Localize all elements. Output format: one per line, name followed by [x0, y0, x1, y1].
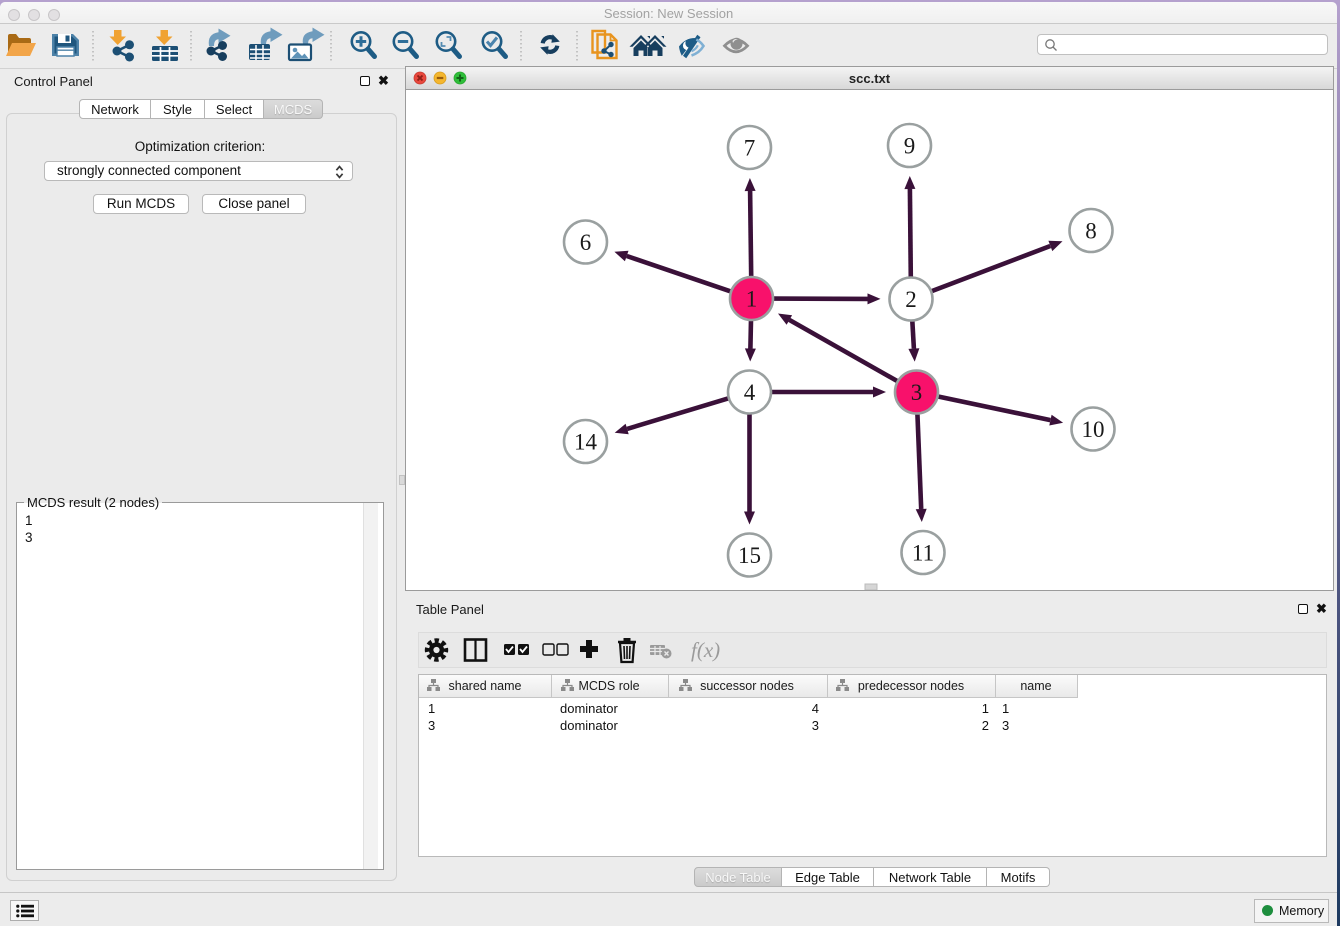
svg-text:f(x): f(x): [691, 638, 720, 662]
svg-text:15: 15: [738, 543, 761, 568]
svg-text:1: 1: [746, 287, 758, 312]
svg-text:7: 7: [744, 136, 756, 161]
svg-text:8: 8: [1085, 219, 1097, 244]
svg-text:14: 14: [574, 430, 598, 455]
svg-text:3: 3: [911, 380, 923, 405]
svg-text:6: 6: [580, 230, 592, 255]
svg-text:2: 2: [905, 287, 917, 312]
svg-text:10: 10: [1082, 417, 1105, 442]
svg-text:11: 11: [912, 541, 934, 566]
svg-text:4: 4: [744, 380, 756, 405]
svg-text:9: 9: [904, 134, 916, 159]
